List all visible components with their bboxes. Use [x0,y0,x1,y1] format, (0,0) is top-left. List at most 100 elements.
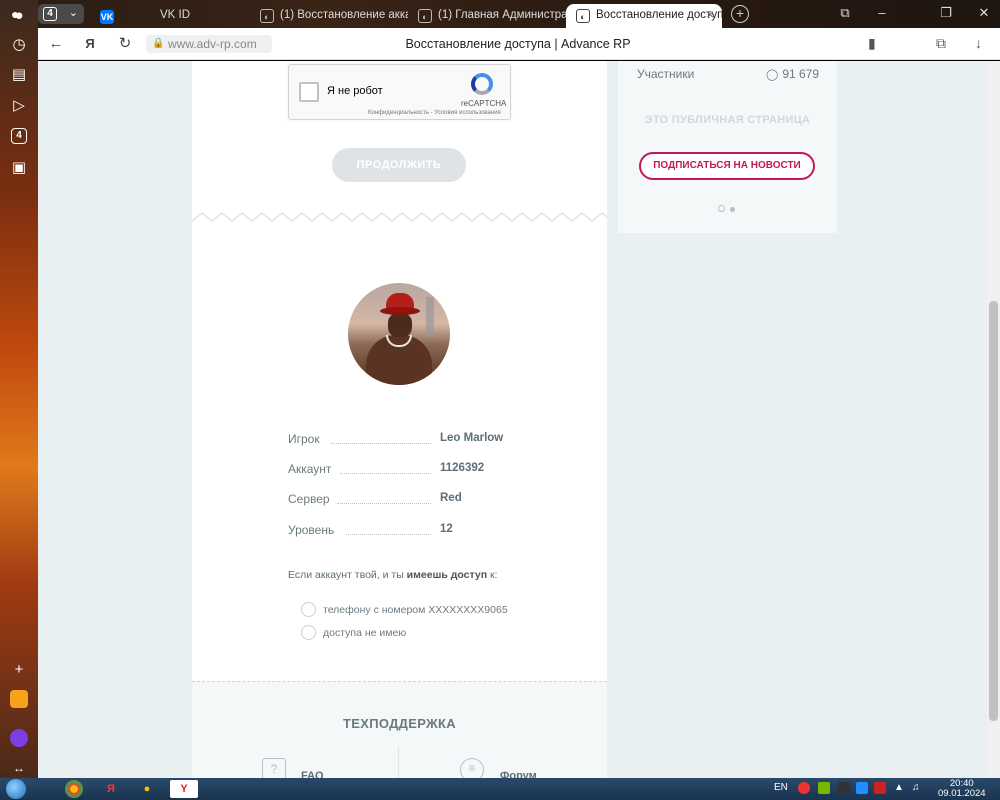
account-key: Аккаунт [288,462,332,476]
sidebar-toggle-icon[interactable]: ↔ [9,758,29,778]
bookmark-icon[interactable]: ▮ [868,35,876,52]
members-label: Участники [637,67,695,81]
support-title: ТЕХПОДДЕРЖКА [343,716,456,731]
address-bar: ← Я ↻ 🔒 www.adv-rp.com Восстановление до… [38,28,1000,60]
back-icon[interactable]: ← [47,35,65,53]
recaptcha-brand: reCAPTCHA [461,99,507,108]
close-tab-icon[interactable]: × [706,4,714,26]
clock[interactable]: 20:40 09.01.2024 [938,779,986,799]
bookmarks-panel-icon[interactable]: ⧉ [835,5,855,21]
tray-app-icon[interactable] [838,782,850,794]
carousel-dots [718,201,740,215]
zigzag-divider [192,211,607,223]
continue-button[interactable]: ПРОДОЛЖИТЬ [332,148,466,182]
tabs-panel-icon[interactable]: 4 [11,128,27,144]
scrollbar-thumb[interactable] [989,301,998,721]
server-value: Red [440,492,462,504]
beeline-icon[interactable]: ● [138,780,156,798]
option-phone[interactable]: телефону с номером XXXXXXXX9065 [301,602,561,618]
player-value: Leo Marlow [440,432,504,444]
yandex-taskbar-icon[interactable]: Я [102,780,120,798]
recovery-card: Я не робот reCAPTCHA Конфиденциальность … [192,61,607,778]
page-content: Я не робот reCAPTCHA Конфиденциальность … [38,61,987,778]
recaptcha-terms-link[interactable]: Конфиденциальность - Условия использован… [368,110,501,116]
level-key: Уровень [288,523,335,537]
faq-link[interactable]: FAQ [301,770,324,778]
radio-button[interactable] [301,625,316,640]
language-indicator[interactable]: EN [774,782,788,793]
yandex-icon[interactable]: Я [81,35,99,53]
video-icon[interactable]: ▷ [9,96,29,116]
network-icon[interactable]: ▲ [894,782,906,794]
browser-sidebar: ● ◷ ▤ ▷ 4 ▣ + ↔ [0,0,38,778]
volume-icon[interactable]: ♫ [912,782,924,794]
chrome-icon[interactable] [65,780,83,798]
advance-rp-icon: ◐ [260,9,274,23]
subscribe-button[interactable]: ПОДПИСАТЬСЯ НА НОВОСТИ [639,152,815,180]
recaptcha-widget: Я не робот reCAPTCHA Конфиденциальность … [288,64,511,120]
lock-icon: 🔒 [152,38,165,49]
collections-icon[interactable]: ▤ [9,65,29,85]
history-icon[interactable]: ◷ [9,35,29,55]
tab-count-badge: 4 [43,7,57,21]
public-page-label: ЭТО ПУБЛИЧНАЯ СТРАНИЦА [644,114,811,126]
tab-strip: ● 4 ⌄ VK VK ID ◐ (1) Восстановление аккау … [0,0,1000,28]
recaptcha-logo-icon [471,73,493,95]
reload-icon[interactable]: ↻ [116,35,134,53]
page-scrollbar[interactable] [987,61,1000,778]
download-icon[interactable]: ↓ [975,35,982,51]
tab-admin-main[interactable]: ◐ (1) Главная Администрац [418,4,566,28]
recaptcha-checkbox[interactable] [299,82,319,102]
support-section: ТЕХПОДДЕРЖКА ? FAQ ≡ Форум [192,682,607,778]
windows-taskbar: Я ● Y EN ▲ ♫ 20:40 09.01.2024 [0,778,1000,800]
radio-button[interactable] [301,602,316,617]
maximize-icon[interactable]: ❐ [936,5,956,21]
level-row: Уровень 12 [288,520,528,540]
yandex-tray-icon[interactable] [798,782,810,794]
recaptcha-label: Я не робот [327,85,383,97]
members-count: ◯ 91 679 [766,67,820,81]
tab-access-recovery[interactable]: ◐ Восстановление доступ × [566,4,722,28]
url-field[interactable]: 🔒 www.adv-rp.com [146,35,272,53]
advance-rp-icon: ◐ [576,9,590,23]
page-title: Восстановление доступа | Advance RP [405,37,631,51]
tab-count-button[interactable]: 4 ⌄ [38,4,84,24]
carousel-dot[interactable] [718,205,725,212]
vk-icon: VK [100,10,114,24]
add-panel-icon[interactable]: + [9,660,29,680]
tray-app-icon[interactable] [856,782,868,794]
access-question: Если аккаунт твой, и ты имеешь доступ к: [288,569,498,581]
tab-vk-id[interactable]: VK VK ID [100,4,250,28]
community-widget: Участники ◯ 91 679 ЭТО ПУБЛИЧНАЯ СТРАНИЦА… [618,61,837,233]
user-icon: ◯ [766,69,779,81]
carousel-dot[interactable] [730,207,735,212]
advance-rp-icon: ◐ [418,9,432,23]
collections-button-icon[interactable]: ⧉ [936,35,946,52]
nvidia-icon[interactable] [818,782,830,794]
server-row: Сервер Red [288,489,528,509]
forum-icon[interactable]: ≡ [460,758,484,778]
level-value: 12 [440,523,453,535]
start-button[interactable] [6,779,26,799]
option-no-access[interactable]: доступа не имею [301,625,561,641]
close-window-icon[interactable]: ✕ [974,5,994,21]
zen-app-icon[interactable] [10,690,28,708]
tray-app-icon[interactable] [874,782,886,794]
account-value: 1126392 [440,462,485,474]
player-key: Игрок [288,432,320,446]
player-avatar [348,283,450,385]
alice-icon[interactable] [10,729,28,747]
screenshot-icon[interactable]: ▣ [9,158,29,178]
account-row: Аккаунт 1126392 [288,459,528,479]
option-label: телефону с номером XXXXXXXX9065 [323,604,508,616]
new-tab-button[interactable]: + [731,5,749,23]
chevron-down-icon: ⌄ [68,7,78,19]
player-row: Игрок Leo Marlow [288,429,528,449]
yandex-browser-active-icon[interactable]: Y [170,780,198,798]
forum-link[interactable]: Форум [500,770,537,778]
minimize-icon[interactable]: – [872,5,892,20]
server-key: Сервер [288,492,330,506]
faq-icon[interactable]: ? [262,758,286,778]
tab-account-recovery[interactable]: ◐ (1) Восстановление аккау [260,4,408,28]
account-icon[interactable]: ● [11,6,19,22]
